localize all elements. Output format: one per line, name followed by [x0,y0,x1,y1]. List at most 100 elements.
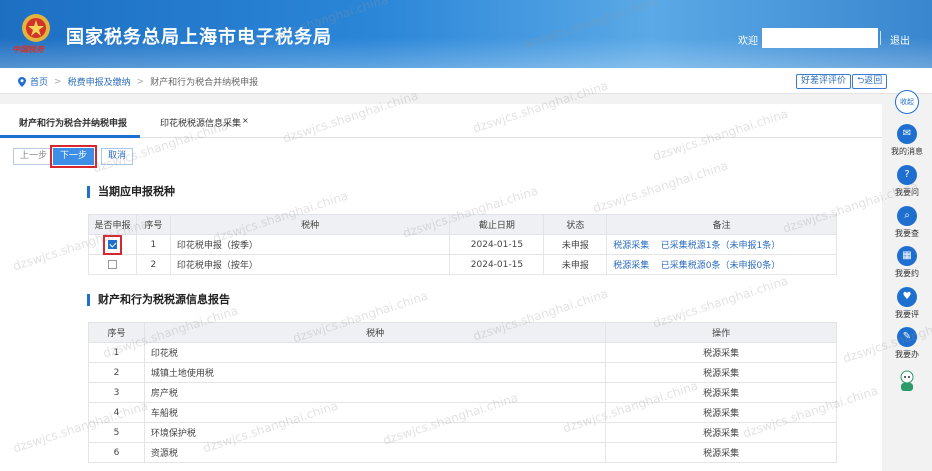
sidebar-item-messages[interactable]: ✉ 我的消息 [882,124,932,157]
table-header-row: 是否申报 序号 税种 截止日期 状态 备注 [88,214,837,235]
back-label: 返回 [864,76,883,86]
table-row: 1 印花税申报（按季） 2024-01-15 未申报 税源采集 已采集税源1条（… [88,234,837,255]
sidebar-item-rate[interactable]: ♥ 我要评 [882,287,932,320]
tab-label: 印花税税源信息采集 [160,119,242,129]
back-button[interactable]: ⮌返回 [852,74,888,89]
table-row: 6 资源税 税源采集 [88,442,837,463]
location-pin-icon [18,76,26,87]
tax-source-table: 序号 税种 操作 1 印花税 税源采集 2 城镇土地使用税 税源采集 3 房产税 税源采集 … [88,322,837,463]
col-header: 税种 [143,322,607,343]
tax-name: 印花税申报（按年） [169,254,451,275]
source-collect-link[interactable]: 税源采集 [605,362,837,383]
current-taxes-table: 是否申报 序号 税种 截止日期 状态 备注 1 印花税申报（按季） 2024-0… [88,214,837,275]
search-icon: ⌕ [897,206,917,226]
source-collect-link[interactable]: 税源采集 [605,442,837,463]
evaluate-button[interactable]: 好差评评价 [796,74,852,89]
sidebar-item-label: 我要查 [895,229,919,238]
sidebar-item-label: 我要问 [895,188,919,197]
calendar-icon: ▦ [897,246,917,266]
col-header: 操作 [605,322,837,343]
sidebar-item-label: 我的消息 [891,147,923,156]
col-header: 税种 [169,214,451,235]
deadline: 2024-01-15 [449,234,545,255]
emblem-caption: 中国税务 [12,45,44,54]
source-collect-link[interactable]: 税源采集 [613,241,649,251]
tax-name: 环境保护税 [143,422,607,443]
breadcrumb-home[interactable]: 首页 [30,75,48,88]
question-icon: ? [897,165,917,185]
prev-step-button[interactable]: 上一步 [13,148,55,165]
breadcrumb-tax-filing[interactable]: 税费申报及缴纳 [68,75,131,88]
col-header: 状态 [543,214,608,235]
deadline: 2024-01-15 [449,254,545,275]
tax-name: 房产税 [143,382,607,403]
sidebar-item-appointment[interactable]: ▦ 我要约 [882,246,932,279]
row-number: 1 [88,342,145,363]
source-collect-link[interactable]: 税源采集 [613,261,649,271]
table-row: 2 印花税申报（按年） 2024-01-15 未申报 税源采集 已采集税源0条（… [88,254,837,275]
breadcrumb: 首页 > 税费申报及缴纳 > 财产和行为税合并纳税申报 [18,75,258,88]
tax-name: 资源税 [143,442,607,463]
table-row: 4 车船税 税源采集 [88,402,837,423]
checkbox-highlight [102,234,122,255]
source-collect-link[interactable]: 税源采集 [605,382,837,403]
sidebar-robot[interactable] [882,369,932,395]
sidebar-item-query[interactable]: ⌕ 我要查 [882,206,932,239]
sidebar-collapse[interactable]: 收起 [882,90,932,114]
table-row: 5 环境保护税 税源采集 [88,422,837,443]
message-icon: ✉ [897,124,917,144]
table-row: 3 房产税 税源采集 [88,382,837,403]
tax-name: 印花税申报（按季） [169,234,451,255]
status: 未申报 [543,254,608,275]
main-panel: 财产和行为税合并纳税申报 印花税税源信息采集× 上一步 下一步 取消 当期应申报… [0,104,882,471]
source-collect-link[interactable]: 税源采集 [605,402,837,423]
tab-stamp-tax-source[interactable]: 印花税税源信息采集× [160,116,249,129]
cancel-button[interactable]: 取消 [101,148,134,165]
row-number: 2 [135,254,171,275]
source-collect-link[interactable]: 税源采集 [605,422,837,443]
sidebar-item-handle[interactable]: ✎ 我要办 [882,327,932,360]
logout-link[interactable]: 退出 [890,32,910,47]
rate-icon: ♥ [897,287,917,307]
remarks-cell: 税源采集 已采集税源0条（未申报0条） [606,254,837,275]
site-title: 国家税务总局上海市电子税务局 [66,27,332,48]
edit-icon: ✎ [897,327,917,347]
robot-assistant-icon [900,370,914,391]
declare-checkbox-checked[interactable] [107,239,117,249]
col-header: 备注 [606,214,837,235]
table-header-row: 序号 税种 操作 [88,322,837,343]
header-divider [880,31,881,45]
next-step-button[interactable]: 下一步 [49,145,98,168]
col-header: 序号 [88,322,145,343]
tax-name: 城镇土地使用税 [143,362,607,383]
tab-combined-declaration[interactable]: 财产和行为税合并纳税申报 [19,116,127,129]
col-header: 是否申报 [88,214,137,235]
collected-sources-link[interactable]: 已采集税源0条（未申报0条） [661,261,780,271]
site-header: 中国税务 国家税务总局上海市电子税务局 欢迎 退出 [0,0,932,68]
breadcrumb-bar: 首页 > 税费申报及缴纳 > 财产和行为税合并纳税申报 好差评评价 ⮌返回 [0,68,932,94]
breadcrumb-separator-icon: > [136,76,145,87]
status: 未申报 [543,234,608,255]
section-title-source-report: 财产和行为税税源信息报告 [87,294,230,306]
remarks-cell: 税源采集 已采集税源1条（未申报1条） [606,234,837,255]
active-tab-indicator [0,135,140,138]
sidebar-item-label: 我要办 [895,350,919,359]
row-number: 1 [135,234,171,255]
close-icon[interactable]: × [242,116,249,125]
row-number: 4 [88,402,145,423]
sidebar-item-label: 我要评 [895,310,919,319]
tax-name: 车船税 [143,402,607,423]
sidebar-item-ask[interactable]: ? 我要问 [882,165,932,198]
declare-cell [88,234,137,255]
declare-checkbox[interactable] [107,259,117,269]
user-name-box [762,28,878,48]
col-header: 序号 [135,214,171,235]
row-number: 3 [88,382,145,403]
source-collect-link[interactable]: 税源采集 [605,342,837,363]
collapse-icon: 收起 [895,90,919,114]
collected-sources-link[interactable]: 已采集税源1条（未申报1条） [661,241,780,251]
welcome-text: 欢迎 [738,36,758,47]
tax-name: 印花税 [143,342,607,363]
collapse-label: 收起 [900,98,914,106]
sidebar-item-label: 我要约 [895,269,919,278]
